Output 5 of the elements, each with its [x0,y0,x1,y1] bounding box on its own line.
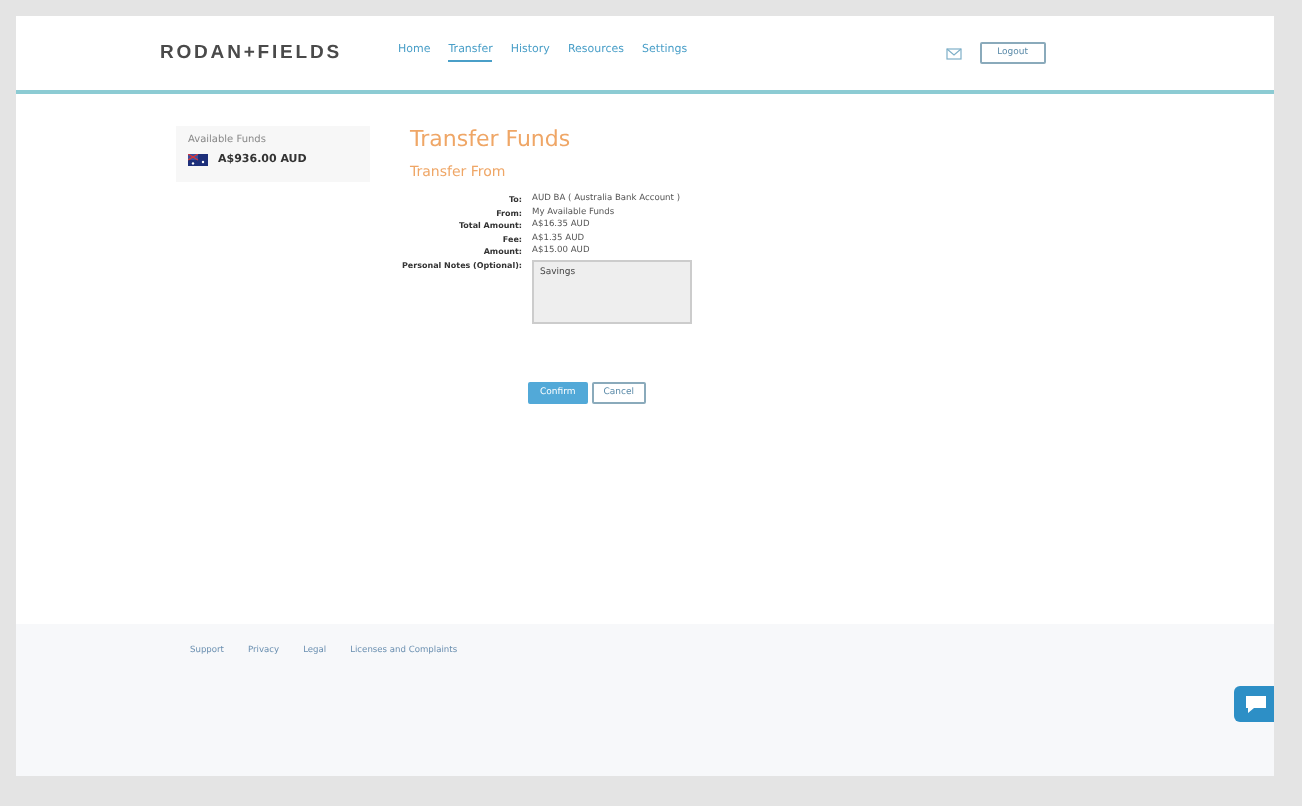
chat-icon [1244,694,1268,714]
mail-icon[interactable] [945,47,962,59]
logo: RODAN+FIELDS [160,42,344,64]
page-title: Transfer Funds [410,126,573,152]
flag-icon [188,154,208,166]
